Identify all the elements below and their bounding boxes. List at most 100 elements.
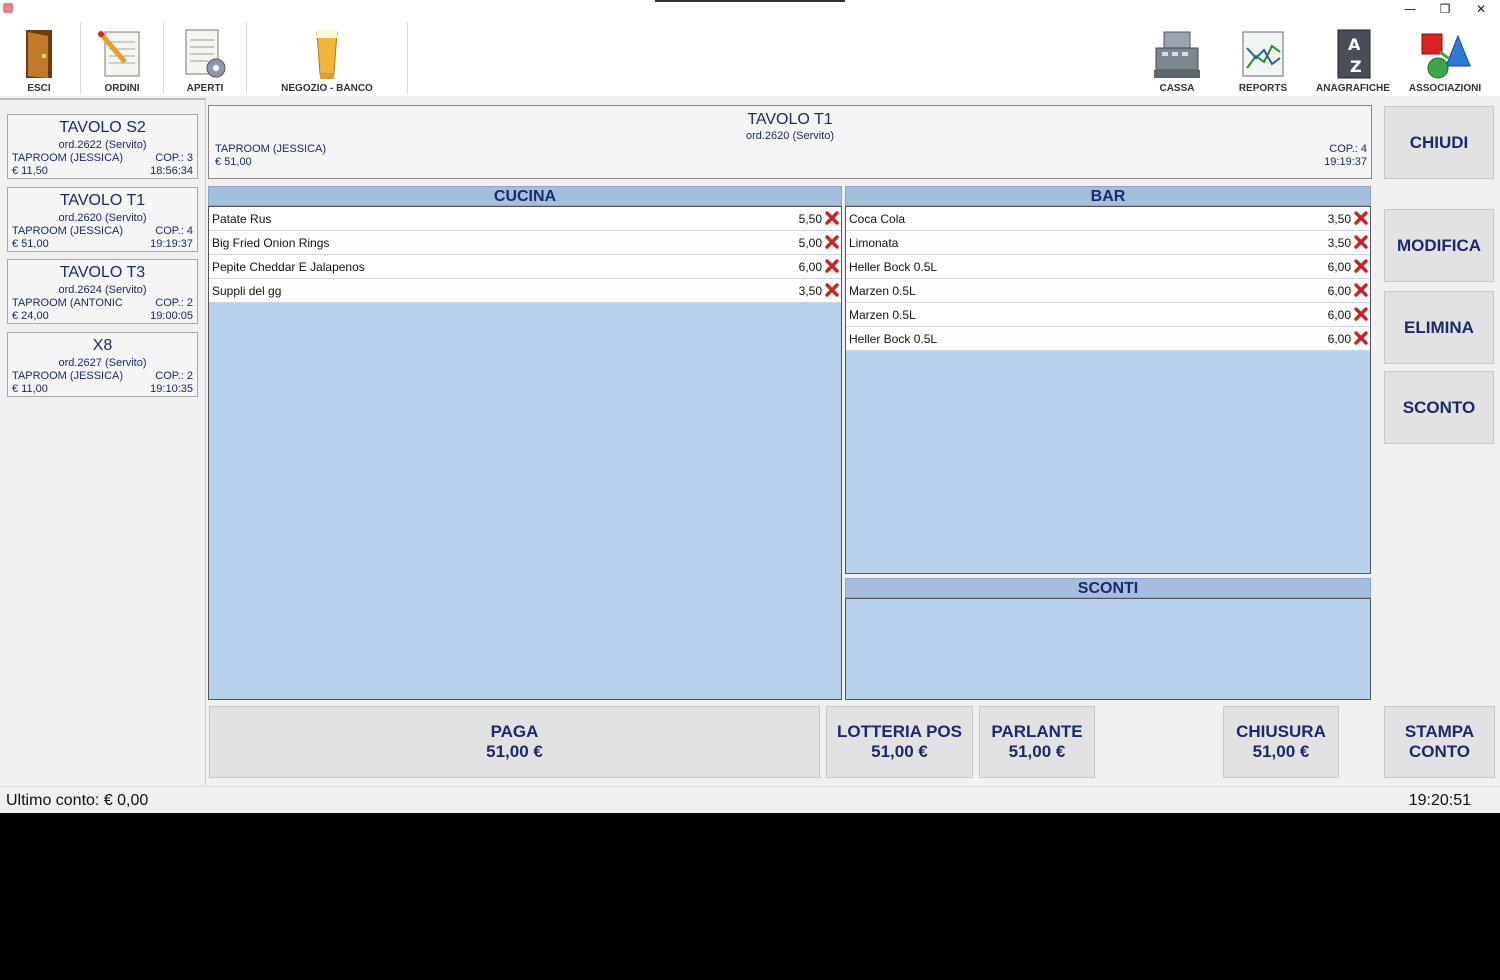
cucina-item-row[interactable]: Big Fried Onion Rings 5,00: [209, 231, 841, 255]
table-room: TAPROOM (JESSICA): [12, 152, 124, 164]
bar-item-row[interactable]: Coca Cola 3,50: [846, 207, 1370, 231]
item-price: 5,50: [798, 212, 822, 226]
negozio-banco-button[interactable]: NEGOZIO - BANCO: [248, 20, 406, 96]
cucina-item-row[interactable]: Suppli del gg 3,50: [209, 279, 841, 303]
close-button[interactable]: ✕: [1463, 0, 1499, 18]
anagrafiche-button[interactable]: A Z ANAGRAFICHE: [1310, 20, 1396, 96]
status-clock: 19:20:51: [1408, 792, 1471, 809]
bar-item-row[interactable]: Marzen 0.5L 6,00: [846, 279, 1370, 303]
delete-x-icon[interactable]: [825, 211, 839, 225]
delete-x-icon[interactable]: [1354, 283, 1368, 297]
table-order: ord.2624 (Servito): [58, 284, 147, 296]
table-covers: COP.: 3: [155, 152, 193, 164]
stampa-conto-button[interactable]: STAMPA CONTO: [1384, 706, 1495, 778]
selected-table-room: TAPROOM (JESSICA): [215, 143, 327, 155]
selected-table-covers: COP.: 4: [1329, 143, 1367, 155]
reports-button[interactable]: REPORTS: [1226, 20, 1300, 96]
bar-panel: Coca Cola 3,50 Limonata 3,50 Heller Bock…: [845, 206, 1371, 574]
stampa-label-line2: CONTO: [1408, 742, 1471, 761]
bar-header: BAR: [845, 186, 1371, 206]
delete-x-icon[interactable]: [1354, 307, 1368, 321]
toolbar-separator: [407, 22, 408, 94]
parlante-button[interactable]: PARLANTE 51,00 €: [979, 706, 1095, 778]
beer-glass-icon: [316, 30, 338, 79]
table-card-t1[interactable]: TAVOLO T1 ord.2620 (Servito) TAPROOM (JE…: [7, 187, 198, 252]
chiusura-button[interactable]: CHIUSURA 51,00 €: [1223, 706, 1339, 778]
table-price: € 11,50: [12, 165, 48, 177]
aperti-button[interactable]: APERTI: [165, 20, 245, 96]
table-card-t3[interactable]: TAVOLO T3 ord.2624 (Servito) TAPROOM (AN…: [7, 259, 198, 324]
item-name: Patate Rus: [212, 212, 272, 226]
modifica-button[interactable]: MODIFICA: [1384, 209, 1494, 282]
delete-x-icon[interactable]: [825, 283, 839, 297]
item-name: Heller Bock 0.5L: [849, 260, 938, 274]
item-name: Big Fried Onion Rings: [212, 236, 330, 250]
item-name: Marzen 0.5L: [849, 308, 916, 322]
item-name: Limonata: [849, 236, 899, 250]
delete-x-icon[interactable]: [825, 235, 839, 249]
cassa-button[interactable]: CASSA: [1140, 20, 1214, 96]
table-price: € 51,00: [12, 238, 49, 250]
table-time: 19:10:35: [150, 383, 193, 395]
chiudi-button[interactable]: CHIUDI: [1384, 106, 1494, 179]
item-price: 3,50: [1327, 236, 1351, 250]
lotteria-pos-button[interactable]: LOTTERIA POS 51,00 €: [826, 706, 973, 778]
bar-item-row[interactable]: Heller Bock 0.5L 6,00: [846, 327, 1370, 351]
delete-x-icon[interactable]: [1354, 235, 1368, 249]
table-covers: COP.: 2: [155, 370, 193, 382]
paga-amount: 51,00 €: [486, 742, 543, 761]
delete-x-icon[interactable]: [1354, 259, 1368, 273]
table-time: 19:19:37: [150, 238, 193, 250]
table-room: TAPROOM (JESSICA): [12, 225, 124, 237]
sconto-button[interactable]: SCONTO: [1384, 371, 1494, 444]
title-accent: [655, 0, 845, 2]
toolbar-separator: [246, 22, 247, 94]
item-price: 3,50: [1327, 212, 1351, 226]
table-name: TAVOLO T1: [59, 192, 146, 209]
toolbar-separator: [163, 22, 164, 94]
paga-button[interactable]: PAGA 51,00 €: [209, 706, 820, 778]
delete-x-icon[interactable]: [1354, 331, 1368, 345]
lotteria-amount: 51,00 €: [871, 742, 928, 761]
delete-x-icon[interactable]: [1354, 211, 1368, 225]
chart-report-icon: [1242, 31, 1284, 77]
item-name: Heller Bock 0.5L: [849, 332, 938, 346]
associazioni-button[interactable]: ASSOCIAZIONI: [1402, 20, 1488, 96]
svg-text:A: A: [1348, 35, 1361, 54]
cassa-label: CASSA: [1159, 83, 1195, 94]
item-price: 6,00: [1327, 260, 1351, 274]
minimize-button[interactable]: —: [1392, 0, 1428, 18]
bar-item-row[interactable]: Heller Bock 0.5L 6,00: [846, 255, 1370, 279]
title-bar: — ❐ ✕: [0, 0, 1500, 20]
table-order: ord.2622 (Servito): [58, 139, 147, 151]
table-name: TAVOLO T3: [59, 264, 146, 281]
table-order: ord.2627 (Servito): [58, 357, 147, 369]
elimina-button[interactable]: ELIMINA: [1384, 291, 1494, 364]
esci-button[interactable]: ESCI: [0, 20, 78, 96]
open-tables-list: TAVOLO S2 ord.2622 (Servito) TAPROOM (JE…: [0, 98, 206, 786]
selected-table-price: € 51,00: [215, 156, 252, 168]
delete-x-icon[interactable]: [825, 259, 839, 273]
last-bill-text: Ultimo conto: € 0,00: [6, 792, 149, 809]
table-covers: COP.: 4: [155, 225, 193, 237]
restore-button[interactable]: ❐: [1427, 0, 1463, 18]
table-card-x8[interactable]: X8 ord.2627 (Servito) TAPROOM (JESSICA) …: [7, 332, 198, 397]
negozio-label: NEGOZIO - BANCO: [281, 83, 373, 94]
cucina-item-row[interactable]: Pepite Cheddar E Jalapenos 6,00: [209, 255, 841, 279]
notepad-pencil-icon: [98, 31, 140, 77]
paga-label: PAGA: [490, 722, 539, 741]
table-room: TAPROOM (JESSICA): [12, 370, 124, 382]
table-card-s2[interactable]: TAVOLO S2 ord.2622 (Servito) TAPROOM (JE…: [7, 114, 198, 179]
selected-table-order: ord.2620 (Servito): [745, 130, 835, 142]
bar-item-row[interactable]: Marzen 0.5L 6,00: [846, 303, 1370, 327]
ordini-button[interactable]: ORDINI: [82, 20, 162, 96]
anagrafiche-label: ANAGRAFICHE: [1316, 83, 1390, 94]
sconti-header: SCONTI: [845, 578, 1371, 598]
chiusura-label: CHIUSURA: [1236, 722, 1326, 741]
cucina-item-row[interactable]: Patate Rus 5,50: [209, 207, 841, 231]
item-name: Pepite Cheddar E Jalapenos: [212, 260, 365, 274]
table-name: TAVOLO S2: [59, 119, 146, 136]
item-price: 6,00: [1327, 308, 1351, 322]
bar-item-row[interactable]: Limonata 3,50: [846, 231, 1370, 255]
selected-table-title: TAVOLO T1: [747, 111, 833, 128]
